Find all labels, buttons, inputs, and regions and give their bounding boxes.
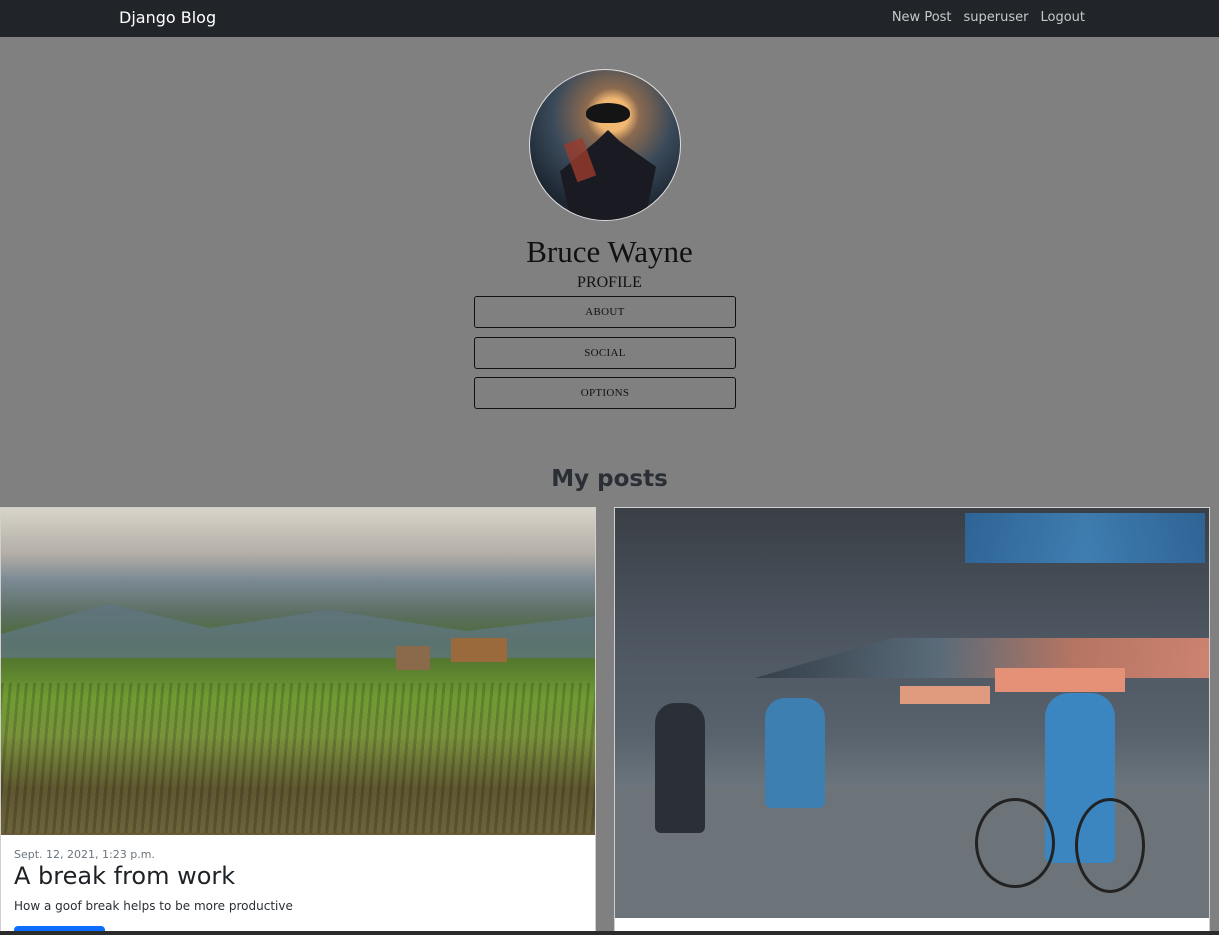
wheel-graphic (1075, 798, 1145, 893)
options-button[interactable]: OPTIONS (474, 377, 736, 409)
cyclo-canopy-graphic (900, 686, 990, 704)
post-image-street-scene (615, 508, 1209, 918)
logout-link[interactable]: Logout (1040, 10, 1085, 25)
storefront-signs-graphic (965, 513, 1205, 563)
social-button[interactable]: SOCIAL (474, 337, 736, 369)
top-navbar: Django Blog New Post superuser Logout (0, 0, 1219, 37)
post-date: Sept. 12, 2021, 1:23 p.m. (14, 848, 155, 861)
profile-name: Bruce Wayne (526, 234, 693, 269)
cyclo-canopy-graphic (995, 668, 1125, 692)
awnings-graphic (755, 638, 1209, 678)
scooter-rider-graphic (655, 703, 705, 833)
wheel-graphic (975, 798, 1055, 888)
user-link[interactable]: superuser (964, 10, 1029, 25)
bat-signal-graphic (586, 103, 630, 123)
post-image-rice-terraces (1, 508, 595, 835)
my-posts-title: My posts (551, 466, 668, 492)
rider-graphic (765, 698, 825, 808)
about-button[interactable]: ABOUT (474, 296, 736, 328)
field-graphic (1, 683, 595, 833)
house-graphic (396, 646, 430, 670)
brand-link[interactable]: Django Blog (119, 8, 216, 27)
post-card[interactable]: Sept. 12, 2021, 1:23 p.m. A break from w… (0, 507, 596, 935)
bottom-edge (0, 931, 1219, 935)
new-post-link[interactable]: New Post (892, 10, 952, 25)
post-card[interactable] (614, 507, 1210, 935)
post-title[interactable]: A break from work (14, 862, 235, 890)
house-graphic (451, 638, 507, 662)
profile-heading: PROFILE (577, 274, 642, 291)
post-summary: How a goof break helps to be more produc… (14, 899, 293, 913)
avatar (529, 69, 681, 221)
nav-links: New Post superuser Logout (892, 10, 1085, 25)
